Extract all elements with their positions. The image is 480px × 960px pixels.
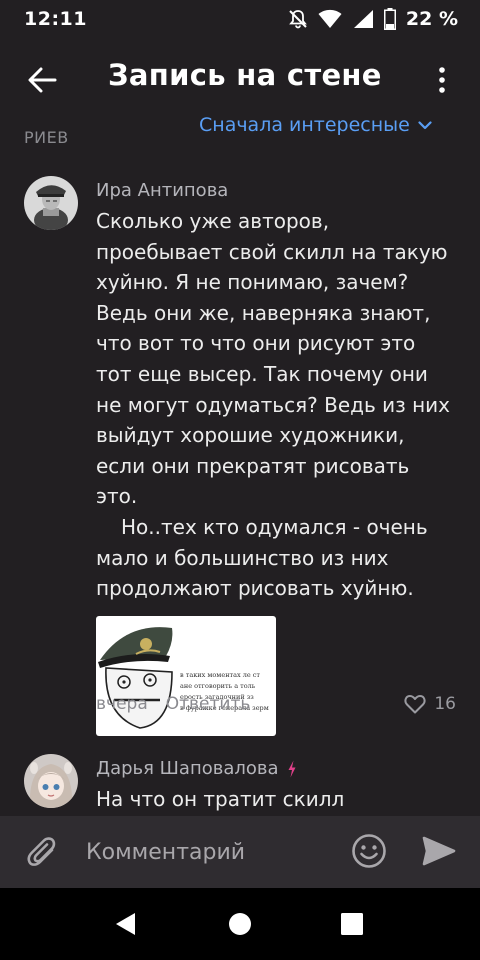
comment-body: Дарья Шаповалова На что он тратит скилл (96, 754, 456, 815)
avatar[interactable] (24, 754, 78, 808)
author-name: Ира Антипова (96, 180, 229, 201)
page-title: Запись на стене (108, 58, 382, 92)
sort-dropdown[interactable]: Сначала интересные (199, 114, 432, 136)
reply-button[interactable]: Ответить (166, 694, 251, 714)
attach-button[interactable] (24, 834, 60, 870)
battery-percent: 22 % (405, 8, 458, 30)
meme-caption-line: в таких моментах ле ст (180, 670, 261, 679)
navigation-bar (0, 888, 480, 960)
header: Запись на стене (0, 38, 480, 120)
more-options-button[interactable] (426, 60, 458, 100)
sort-label: Сначала интересные (199, 114, 410, 136)
comment-author[interactable]: Ира Антипова (96, 176, 456, 206)
circle-home-icon (229, 913, 251, 935)
attached-meme-image[interactable]: в таких моментах ле ст ане отговорить а … (96, 615, 276, 736)
mute-icon (288, 9, 308, 29)
arrow-left-icon (28, 67, 57, 93)
meme-caption-line: ане отговорить а толь (180, 681, 256, 690)
comments-count-partial: РИЕВ (24, 128, 69, 147)
status-time: 12:11 (24, 8, 87, 30)
more-vertical-icon (439, 67, 445, 93)
comment-composer (0, 816, 480, 888)
smile-icon (352, 834, 386, 868)
wifi-icon (318, 9, 342, 29)
square-recents-icon (341, 913, 363, 935)
comment-paragraph: Но..тех кто одумался - очень мало и боль… (96, 514, 428, 601)
heart-icon (404, 695, 426, 714)
comment-text: На что он тратит скилл (96, 784, 456, 815)
comment-author[interactable]: Дарья Шаповалова (96, 754, 456, 784)
like-count: 16 (434, 694, 456, 714)
nav-recents-button[interactable] (338, 910, 366, 938)
send-icon (422, 836, 456, 866)
status-icons: 22 % (288, 8, 458, 30)
comment-input[interactable] (86, 836, 326, 868)
nav-home-button[interactable] (226, 910, 254, 938)
status-bar: 12:11 22 % (0, 0, 480, 38)
paperclip-icon (27, 837, 56, 866)
like-button[interactable]: 16 (404, 694, 456, 714)
comments-count-label: РИЕВ (24, 112, 69, 147)
avatar[interactable] (24, 176, 78, 230)
comment-actions: вчера Ответить 16 (96, 694, 456, 714)
sort-row: РИЕВ Сначала интересные (0, 112, 480, 154)
author-name: Дарья Шаповалова (96, 758, 279, 779)
comment-body: Ира Антипова Сколько уже авторов, проебы… (96, 176, 456, 736)
comment-text: Сколько уже авторов, проебывает свой ски… (96, 206, 456, 604)
triangle-back-icon (116, 913, 135, 935)
comment-time: вчера (96, 694, 148, 714)
comment-paragraph: Сколько уже авторов, проебывает свой ски… (96, 209, 450, 509)
signal-icon (352, 9, 374, 29)
lightning-icon (288, 760, 296, 778)
nav-back-button[interactable] (112, 910, 140, 938)
back-button[interactable] (22, 60, 62, 100)
chevron-down-icon (418, 120, 432, 129)
send-button[interactable] (420, 832, 458, 870)
battery-icon (383, 8, 396, 30)
comment-paragraph: На что он тратит скилл (96, 787, 345, 811)
emoji-button[interactable] (350, 832, 388, 870)
